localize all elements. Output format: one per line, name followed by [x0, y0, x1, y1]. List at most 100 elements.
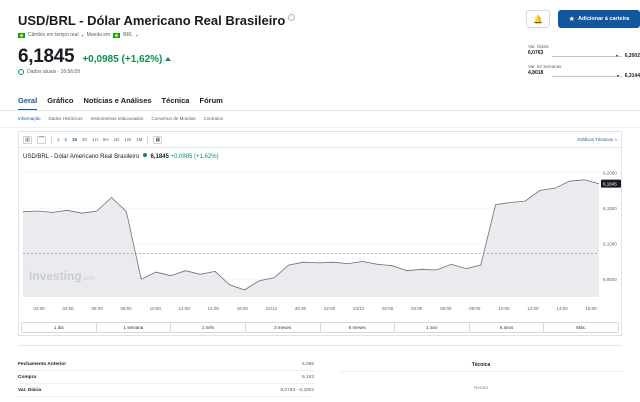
year-range-marker: ▾: [617, 73, 620, 78]
x-tick-label: 10:00: [150, 306, 162, 311]
clock-icon: [18, 69, 24, 75]
subtab-contratos[interactable]: Contratos: [204, 116, 224, 121]
year-range-bar: [552, 76, 622, 77]
price-chart[interactable]: 6,2000 6,1500 6,1000 6,0500 6,1845 02:00 04:00…: [19, 132, 621, 320]
instrument-header: USD/BRL - Dólar Americano Real Brasileir…: [18, 10, 640, 86]
price-area: [23, 179, 599, 297]
stat-value: 6,183: [301, 374, 314, 380]
bell-plus-icon: 🔔: [533, 14, 543, 24]
stat-row: Fechamento Anterior 6,086: [18, 358, 314, 371]
x-tick-label: 22/12: [266, 306, 278, 311]
x-tick-label: 12:00: [179, 306, 191, 311]
main-tabs: Geral Gráfico Notícias e Análises Técnic…: [18, 96, 223, 111]
daily-range-low: 6,0763: [528, 50, 544, 56]
brazil-flag-icon: [18, 32, 25, 38]
range-panel: Var. Diária 6,0763 ▾ 6,2002 Var. 52 sema…: [528, 44, 640, 84]
y-tick-label: 6,1500: [603, 206, 617, 211]
tab-geral[interactable]: Geral: [18, 96, 38, 111]
x-tick-label: 08:00: [469, 306, 481, 311]
period-5-years[interactable]: 5 anos: [470, 323, 545, 332]
x-tick-label: 04:00: [62, 306, 74, 311]
subtab-informacao[interactable]: Informação: [18, 116, 41, 121]
realtime-label: Câmbio em tempo real: [28, 32, 79, 38]
technical-value: Neutro: [473, 386, 489, 391]
add-to-portfolio-button[interactable]: ★ Adicionar à carteira: [558, 10, 640, 28]
daily-range-bar: [552, 56, 622, 57]
tab-grafico[interactable]: Gráfico: [47, 96, 73, 111]
stat-row: Var. Diária 6,0763 - 6,2002: [18, 384, 314, 397]
period-3-months[interactable]: 3 meses: [246, 323, 321, 332]
x-tick-label: 10:00: [498, 306, 510, 311]
tab-forum[interactable]: Fórum: [199, 96, 222, 111]
price-chart-panel: ▥ ⌒ 1 5 15 30 1H 5H 1D 1W 1M ▦ Gráficos …: [18, 131, 622, 336]
live-dot-icon: [142, 153, 147, 157]
year-range-high: 6,3144: [624, 73, 640, 79]
y-tick-label: 6,1000: [603, 242, 617, 247]
year-range: Var. 52 semanas 4,8018 ▾ 6,3144: [528, 64, 640, 84]
subtab-instrumentos[interactable]: Instrumentos relacionados: [91, 116, 144, 121]
daily-range: Var. Diária 6,0763 ▾ 6,2002: [528, 44, 640, 64]
x-tick-label: 20:30: [295, 306, 307, 311]
add-to-portfolio-label: Adicionar à carteira: [577, 16, 630, 22]
x-tick-label: 04:00: [411, 306, 423, 311]
stat-row: Compra 6,183: [18, 371, 314, 384]
price-change-text: +0,0985 (+1,62%): [82, 54, 163, 65]
year-range-low: 4,8018: [528, 70, 544, 76]
current-price-label: 6,1845: [603, 182, 617, 187]
x-tick-label: 06:00: [440, 306, 452, 311]
arrow-up-icon: [165, 57, 172, 61]
market-status: Dados atuais · 16:56:09: [18, 69, 80, 75]
currency-code: BRL: [123, 32, 133, 38]
alert-bell-button[interactable]: 🔔: [526, 10, 550, 28]
chart-legend: USD/BRL - Dólar Americano Real Brasileir…: [23, 153, 219, 160]
last-price: 6,1845: [18, 46, 75, 67]
x-tick-label: 14:00: [208, 306, 220, 311]
daily-range-label: Var. Diária: [528, 44, 549, 49]
stat-value: 6,0763 - 6,2002: [280, 387, 314, 393]
chart-change: +0,0985 (+1,62%): [170, 154, 219, 160]
stat-key: Compra: [18, 374, 37, 380]
x-tick-label: 08:00: [121, 306, 133, 311]
stat-key: Var. Diária: [18, 387, 42, 393]
x-tick-label: 16:00: [585, 306, 597, 311]
x-tick-label: 16:00: [237, 306, 249, 311]
technical-summary: Técnica Neutro: [340, 358, 622, 391]
info-icon[interactable]: [288, 14, 296, 21]
x-tick-label: 02:00: [382, 306, 394, 311]
x-tick-label: 02:00: [33, 306, 45, 311]
period-1-year[interactable]: 1 ano: [395, 323, 470, 332]
subtabs-divider: [0, 127, 640, 128]
tab-noticias[interactable]: Notícias e Análises: [83, 96, 151, 111]
currency-label: Moeda em: [86, 32, 111, 38]
stat-value: 6,086: [301, 361, 314, 367]
title-text: USD/BRL - Dólar Americano Real Brasileir…: [18, 13, 286, 28]
y-tick-label: 6,0500: [603, 277, 617, 282]
chart-price: 6,1845: [150, 154, 169, 160]
subtab-conversor[interactable]: Conversor de Moedas: [151, 116, 195, 121]
period-6-months[interactable]: 6 meses: [321, 323, 396, 332]
tab-tecnica[interactable]: Técnica: [162, 96, 190, 111]
x-tick-label: 06:00: [91, 306, 103, 311]
chevron-down-icon[interactable]: ▾: [82, 33, 84, 38]
investing-watermark: Investing: [29, 269, 82, 283]
chevron-down-icon[interactable]: ▾: [136, 33, 138, 38]
price-change: +0,0985 (+1,62%): [82, 54, 172, 65]
period-1-month[interactable]: 1 mês: [171, 323, 246, 332]
star-icon: ★: [568, 16, 575, 23]
y-tick-label: 6,2000: [603, 171, 617, 176]
page-title: USD/BRL - Dólar Americano Real Brasileir…: [18, 13, 296, 28]
period-1-week[interactable]: 1 semana: [97, 323, 172, 332]
sub-tabs: Informação Dados Históricos Instrumentos…: [18, 116, 223, 121]
daily-range-high: 6,2002: [624, 53, 640, 59]
price-row: 6,1845 +0,0985 (+1,62%): [18, 46, 172, 68]
year-range-label: Var. 52 semanas: [528, 64, 562, 69]
x-tick-label: 12:00: [527, 306, 539, 311]
x-tick-label: 23/12: [353, 306, 365, 311]
subtab-dados-historicos[interactable]: Dados Históricos: [49, 116, 83, 121]
chart-instrument-name: USD/BRL - Dólar Americano Real Brasileir…: [23, 154, 140, 160]
period-1-day[interactable]: 1 dia: [22, 323, 97, 332]
technical-title: Técnica: [340, 358, 622, 372]
tabs-divider: [0, 110, 640, 111]
period-max[interactable]: Máx.: [544, 323, 618, 332]
instrument-meta: Câmbio em tempo real ▾ Moeda em BRL ▾: [18, 32, 138, 38]
